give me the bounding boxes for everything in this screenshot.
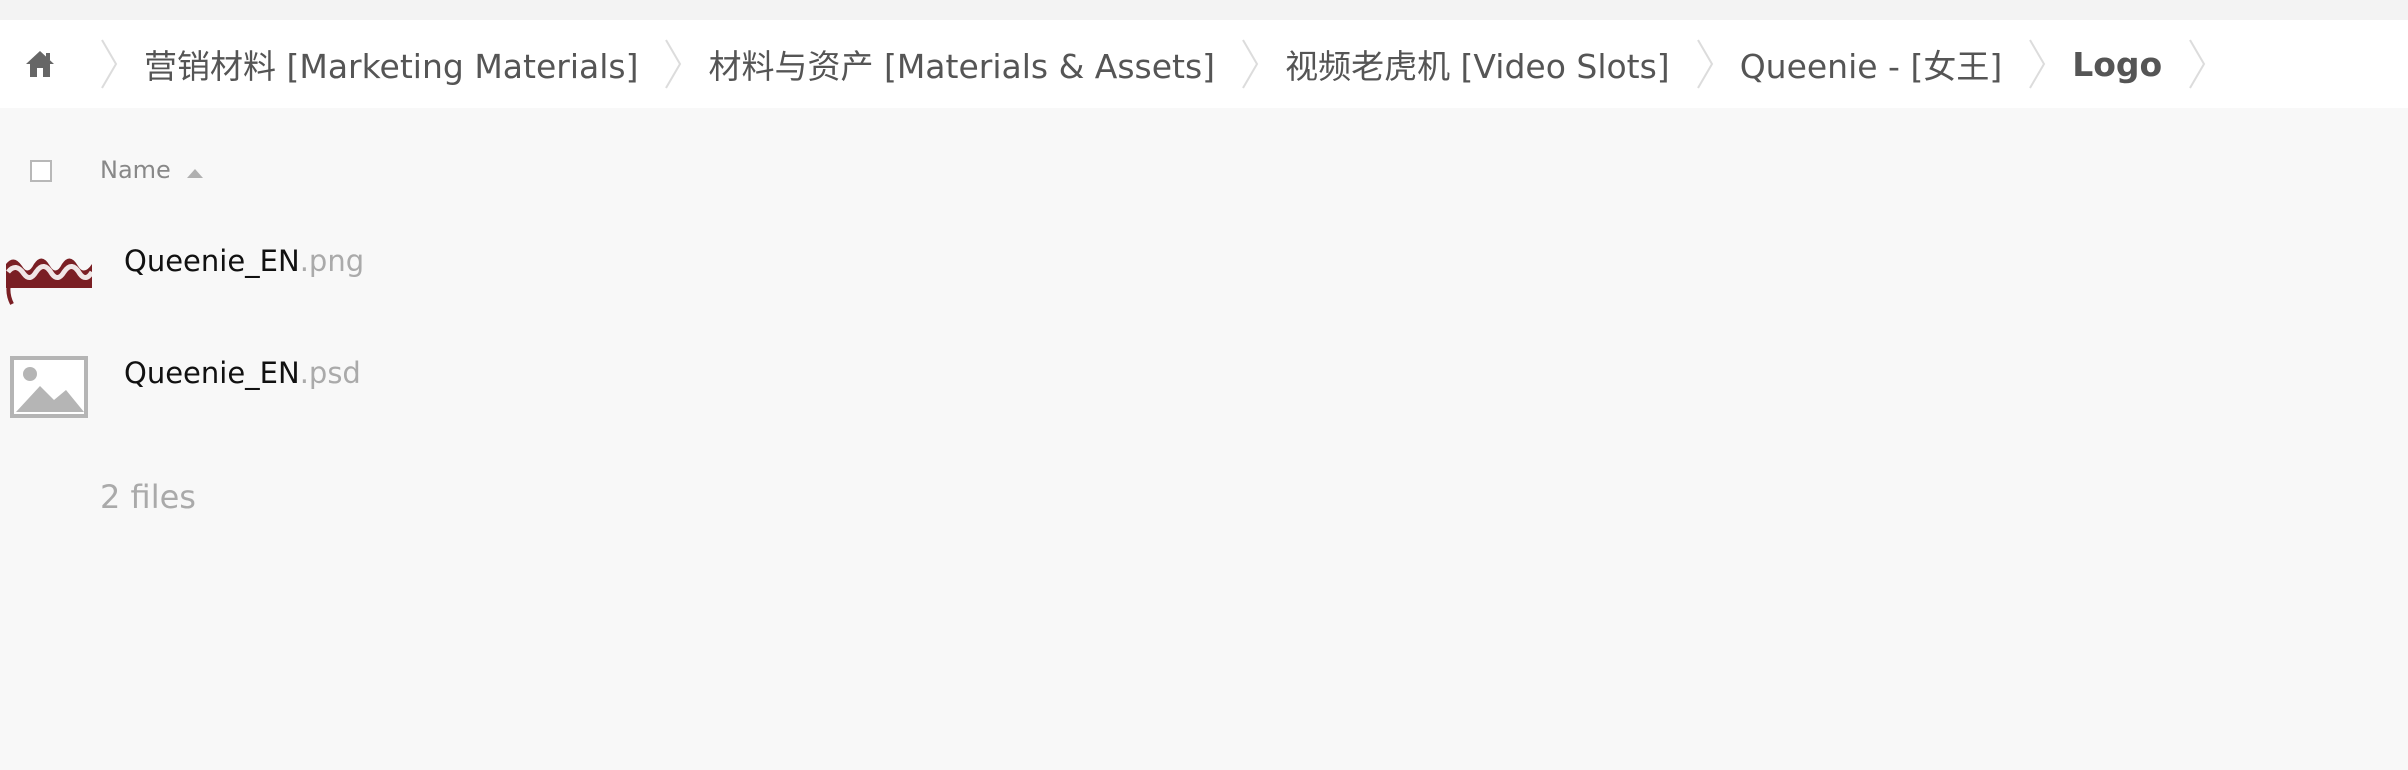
breadcrumb-separator-icon	[1676, 20, 1734, 108]
breadcrumb-item-video-slots[interactable]: 视频老虎机 [Video Slots]	[1221, 20, 1676, 108]
home-icon	[26, 51, 54, 77]
breadcrumb-separator-icon	[644, 20, 702, 108]
breadcrumb: 营销材料 [Marketing Materials] 材料与资产 [Materi…	[0, 20, 2408, 108]
breadcrumb-separator-icon	[2168, 20, 2226, 108]
breadcrumb-item-queenie[interactable]: Queenie - [女王]	[1676, 20, 2009, 108]
breadcrumb-label: 材料与资产 [Materials & Assets]	[708, 47, 1216, 86]
file-name[interactable]: Queenie_EN.png	[124, 244, 364, 278]
file-row[interactable]: Queenie_EN.png	[0, 222, 900, 312]
breadcrumb-separator-icon	[2008, 20, 2066, 108]
name-column-label: Name	[100, 156, 171, 184]
file-count: 2 files	[100, 478, 196, 516]
breadcrumb-item-logo[interactable]: Logo	[2008, 20, 2226, 108]
select-all-checkbox[interactable]	[30, 160, 52, 182]
breadcrumb-separator-icon	[1221, 20, 1279, 108]
image-placeholder-icon	[6, 334, 92, 424]
breadcrumb-label: 营销材料 [Marketing Materials]	[144, 47, 639, 86]
file-list-header: Name	[0, 150, 600, 194]
breadcrumb-current-label: Logo	[2072, 44, 2163, 84]
sort-ascending-icon	[186, 169, 203, 178]
breadcrumb-label: 视频老虎机 [Video Slots]	[1285, 47, 1670, 86]
breadcrumb-label: Queenie - [女王]	[1739, 47, 2003, 86]
file-base-name: Queenie_EN	[124, 356, 300, 390]
breadcrumb-item-materials-assets[interactable]: 材料与资产 [Materials & Assets]	[644, 20, 1221, 108]
file-extension: .png	[299, 244, 365, 278]
top-strip	[0, 0, 2408, 20]
breadcrumb-home[interactable]	[0, 20, 80, 108]
breadcrumb-item-marketing-materials[interactable]: 营销材料 [Marketing Materials]	[80, 20, 644, 108]
file-name[interactable]: Queenie_EN.psd	[124, 356, 361, 390]
logo-thumbnail	[6, 222, 92, 312]
file-extension: .psd	[299, 356, 361, 390]
name-column-header[interactable]: Name	[100, 156, 203, 184]
breadcrumb-separator-icon	[80, 20, 138, 108]
file-base-name: Queenie_EN	[124, 244, 300, 278]
file-row[interactable]: Queenie_EN.psd	[0, 334, 900, 424]
